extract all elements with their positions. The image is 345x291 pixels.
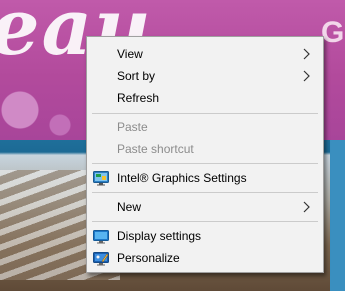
wallpaper-detail	[330, 140, 345, 291]
menu-item-display-settings[interactable]: Display settings	[87, 225, 323, 247]
menu-item-personalize[interactable]: Personalize	[87, 247, 323, 269]
menu-item-paste[interactable]: Paste	[87, 116, 323, 138]
menu-item-sort-by[interactable]: Sort by	[87, 65, 323, 87]
menu-item-paste-shortcut[interactable]: Paste shortcut	[87, 138, 323, 160]
personalize-icon	[93, 252, 109, 266]
display-settings-icon	[93, 230, 109, 244]
menu-item-label: New	[117, 200, 142, 214]
submenu-arrow-icon	[303, 48, 310, 60]
menu-item-label: Refresh	[117, 91, 160, 105]
menu-item-label: Intel® Graphics Settings	[117, 171, 247, 185]
menu-item-label: Paste shortcut	[117, 142, 194, 156]
menu-item-refresh[interactable]: Refresh	[87, 87, 323, 109]
menu-item-label: Sort by	[117, 69, 156, 83]
menu-separator	[92, 221, 318, 222]
menu-separator	[92, 163, 318, 164]
wallpaper-letter: G	[321, 16, 345, 49]
menu-item-view[interactable]: View	[87, 43, 323, 65]
menu-item-label: Display settings	[117, 229, 202, 243]
submenu-arrow-icon	[303, 201, 310, 213]
menu-item-label: Paste	[117, 120, 148, 134]
menu-separator	[92, 192, 318, 193]
desktop-context-menu: View Sort by Refresh Paste Paste shortcu…	[86, 36, 324, 273]
menu-item-new[interactable]: New	[87, 196, 323, 218]
menu-separator	[92, 113, 318, 114]
intel-graphics-icon	[93, 171, 109, 186]
menu-item-label: View	[117, 47, 143, 61]
submenu-arrow-icon	[303, 70, 310, 82]
menu-item-label: Personalize	[117, 251, 180, 265]
menu-item-intel-graphics-settings[interactable]: Intel® Graphics Settings	[87, 167, 323, 189]
